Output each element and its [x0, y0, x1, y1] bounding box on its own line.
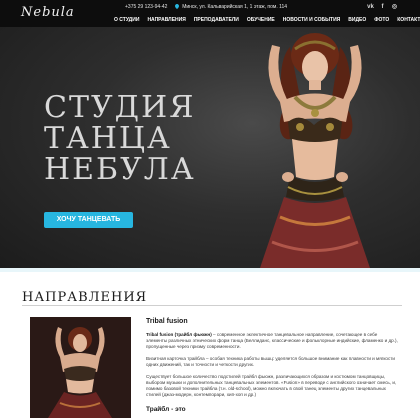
direction-paragraph-2: Визитная карточка трайбла – особая техни…: [146, 356, 395, 367]
phone-number[interactable]: +375 29 123-94-42: [125, 4, 167, 10]
nav-item-news[interactable]: НОВОСТИ И СОБЫТИЯ: [279, 16, 345, 25]
direction-paragraph-1: Tribal fusion (трайбл фьюжн) – современн…: [146, 332, 398, 350]
tribal-fusion-photo: [30, 317, 131, 418]
hero-title-line1: СТУДИЯ: [44, 90, 196, 125]
want-to-dance-button[interactable]: ХОЧУ ТАНЦЕВАТЬ: [44, 212, 133, 228]
dancer-photo: [260, 33, 370, 268]
vk-icon[interactable]: vk: [366, 4, 375, 11]
direction-paragraph-3: Существует большое количество подстилей …: [146, 374, 397, 397]
instagram-icon[interactable]: ◎: [390, 4, 399, 11]
section-rule: [22, 305, 402, 306]
main-nav: О СТУДИИ НАПРАВЛЕНИЯ ПРЕПОДАВАТЕЛИ ОБУЧЕ…: [110, 16, 420, 25]
site-logo[interactable]: Nebula: [21, 5, 75, 20]
section-title: НАПРАВЛЕНИЯ: [22, 290, 148, 305]
nav-item-training[interactable]: ОБУЧЕНИЕ: [243, 16, 279, 25]
nav-item-teachers[interactable]: ПРЕПОДАВАТЕЛИ: [190, 16, 243, 25]
nav-item-contacts[interactable]: КОНТАКТЫ: [393, 16, 420, 25]
social-links: vk f ◎: [366, 4, 399, 11]
hero-title-line3: НЕБУЛА: [44, 152, 196, 187]
nav-item-photo[interactable]: ФОТО: [370, 16, 393, 25]
nav-item-about[interactable]: О СТУДИИ: [110, 16, 143, 25]
directions-section: НАПРАВЛЕНИЯ Tribal fusion Tribal fusion …: [0, 272, 420, 418]
hero-title-line2: ТАНЦА: [44, 121, 172, 156]
address: Минск, ул. Кальварийская 1, 1 этаж, пом.…: [182, 4, 288, 10]
contact-info: +375 29 123-94-42 Минск, ул. Кальварийск…: [125, 4, 287, 10]
hero-title: СТУДИЯ ТАНЦА НЕБУЛА: [44, 92, 196, 185]
hero-banner: СТУДИЯ ТАНЦА НЕБУЛА ХОЧУ ТАНЦЕВАТЬ: [0, 27, 420, 268]
direction-heading: Tribal fusion: [146, 318, 188, 325]
nav-item-directions[interactable]: НАПРАВЛЕНИЯ: [143, 16, 189, 25]
location-pin-icon: [174, 4, 179, 9]
direction-subheading: Трайбл - это: [146, 406, 186, 413]
nav-item-video[interactable]: ВИДЕО: [344, 16, 370, 25]
direction-term: Tribal fusion (трайбл фьюжн): [146, 332, 212, 337]
top-bar: Nebula +375 29 123-94-42 Минск, ул. Каль…: [0, 0, 420, 27]
facebook-icon[interactable]: f: [378, 4, 387, 11]
